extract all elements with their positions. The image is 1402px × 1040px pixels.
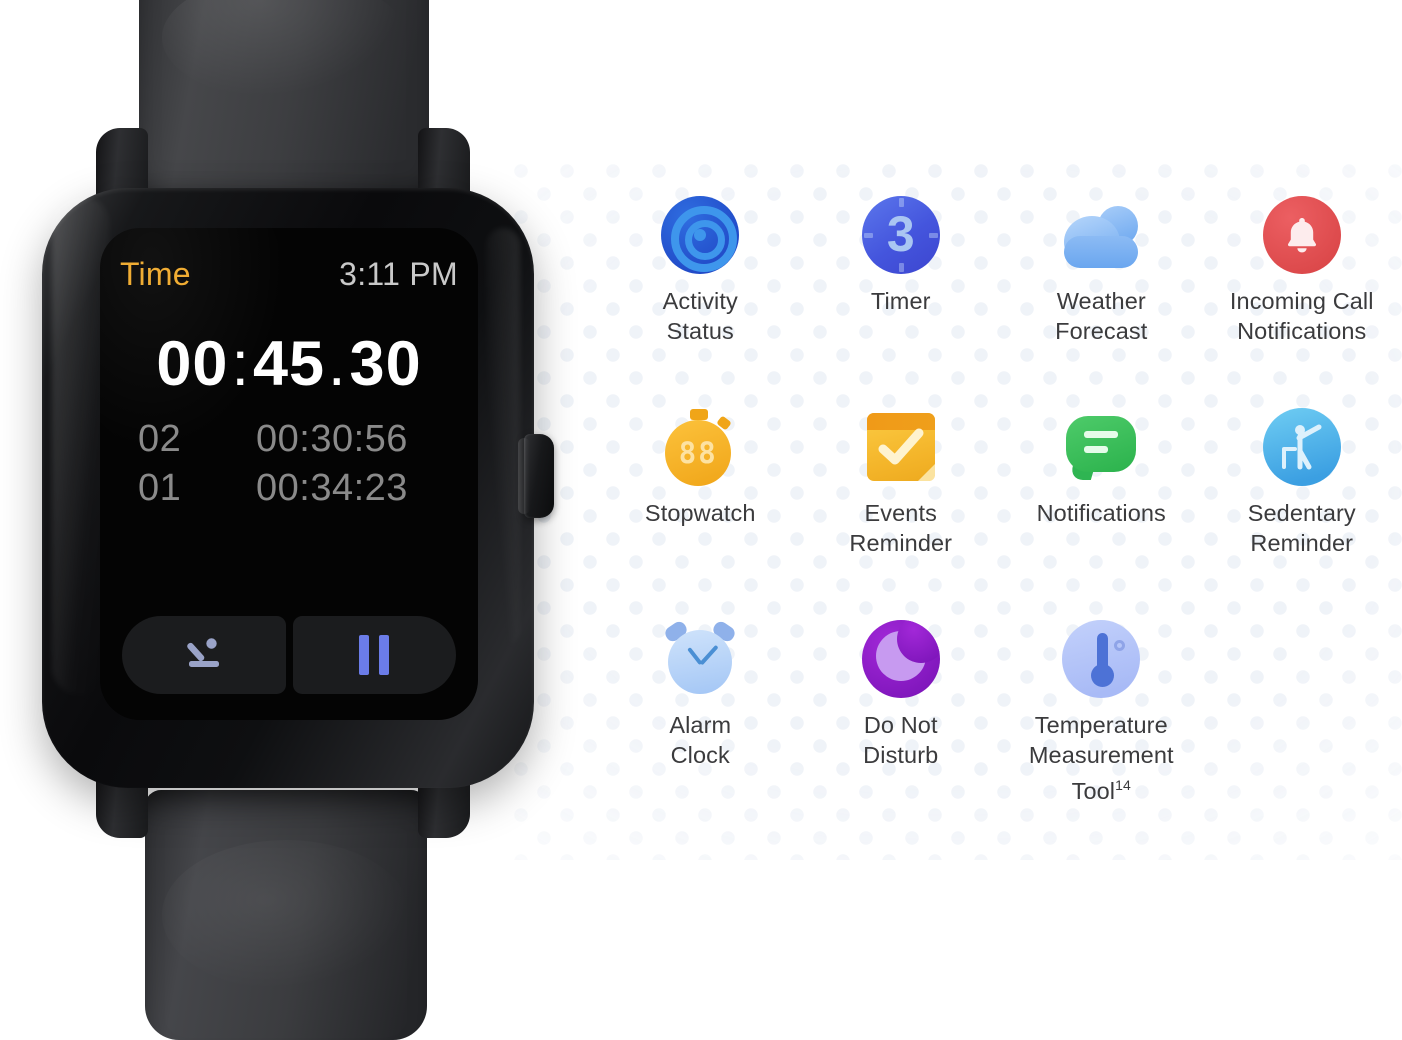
feature-label-line2: Forecast <box>1055 318 1147 344</box>
feature-sedentary-reminder[interactable]: Sedentary Reminder <box>1202 408 1402 558</box>
feature-label: Notifications <box>1037 498 1166 528</box>
pause-button[interactable] <box>293 616 457 694</box>
status-bar-clock: 3:11 PM <box>339 256 458 293</box>
feature-label: Do Not Disturb <box>863 710 938 770</box>
feature-label: Sedentary Reminder <box>1248 498 1356 558</box>
timer-icon: 3 <box>862 196 940 274</box>
feature-label-line2: Notifications <box>1237 318 1366 344</box>
feature-label-line2: Disturb <box>863 742 938 768</box>
lap-list: 02 00:30:56 01 00:34:23 <box>138 418 458 516</box>
feature-label: Temperature Measurement Tool14 <box>1001 710 1202 806</box>
feature-stopwatch[interactable]: 88 Stopwatch <box>600 408 801 558</box>
feature-label-line1: Events <box>865 500 937 526</box>
pause-icon <box>359 635 389 675</box>
display-status-bar: Time 3:11 PM <box>120 256 458 293</box>
feature-label: Activity Status <box>663 286 738 346</box>
feature-label-line1: Incoming Call <box>1230 288 1374 314</box>
feature-timer[interactable]: 3 Timer <box>801 196 1002 346</box>
feature-label-line2: Status <box>667 318 734 344</box>
feature-events-reminder[interactable]: Events Reminder <box>801 408 1002 558</box>
feature-activity-status[interactable]: Activity Status <box>600 196 801 346</box>
cloud-icon <box>1062 196 1140 274</box>
watch-strap-bottom <box>145 790 427 1040</box>
feature-label-line1: Stopwatch <box>645 500 756 526</box>
bell-icon <box>1263 196 1341 274</box>
elapsed-minutes: 00 <box>156 329 228 399</box>
lap-time: 00:34:23 <box>256 467 408 510</box>
thermometer-icon <box>1062 620 1140 698</box>
feature-icon-grid: Activity Status 3 Timer Weather Forecast <box>600 196 1402 806</box>
crescent-moon-icon <box>862 620 940 698</box>
feature-incoming-call-notifications[interactable]: Incoming Call Notifications <box>1202 196 1402 346</box>
feature-label-line1: Notifications <box>1037 500 1166 526</box>
feature-label: Alarm Clock <box>669 710 731 770</box>
lap-time: 00:30:56 <box>256 418 408 461</box>
watch-display[interactable]: Time 3:11 PM 00:45.30 02 00:30:56 01 00:… <box>100 228 478 720</box>
elapsed-fraction: 30 <box>350 329 422 399</box>
stopwatch-icon: 88 <box>661 408 739 486</box>
feature-label-line1: Activity <box>663 288 738 314</box>
chat-bubble-icon <box>1062 408 1140 486</box>
elapsed-seconds: 45 <box>253 329 325 399</box>
feature-label-line1: Do Not <box>864 712 938 738</box>
stopwatch-digits: 88 <box>679 439 718 468</box>
feature-label-line2: Reminder <box>849 530 952 556</box>
watch-strap-top <box>139 0 429 210</box>
smartwatch-product-image: Time 3:11 PM 00:45.30 02 00:30:56 01 00:… <box>0 0 600 989</box>
stopwatch-controls <box>122 616 456 694</box>
feature-label-line1: Temperature <box>1035 712 1168 738</box>
lap-button[interactable] <box>122 616 286 694</box>
alarm-clock-icon <box>661 620 739 698</box>
feature-label-line1: Timer <box>871 288 931 314</box>
elapsed-time-readout: 00:45.30 <box>100 328 478 400</box>
feature-weather-forecast[interactable]: Weather Forecast <box>1001 196 1202 346</box>
feature-label-footnote: 14 <box>1115 777 1131 793</box>
feature-label: Events Reminder <box>849 498 952 558</box>
lap-row: 01 00:34:23 <box>138 467 458 510</box>
feature-label-line1: Sedentary <box>1248 500 1356 526</box>
lap-index: 01 <box>138 467 256 510</box>
feature-temperature-measurement-tool[interactable]: Temperature Measurement Tool14 <box>1001 620 1202 806</box>
feature-label-line1: Alarm <box>669 712 731 738</box>
feature-label-line2: Reminder <box>1250 530 1353 556</box>
feature-do-not-disturb[interactable]: Do Not Disturb <box>801 620 1002 806</box>
feature-label: Timer <box>871 286 931 316</box>
feature-label: Weather Forecast <box>1055 286 1147 346</box>
feature-label-line2: Clock <box>671 742 730 768</box>
feature-notifications[interactable]: Notifications <box>1001 408 1202 558</box>
timer-count-value: 3 <box>887 209 915 259</box>
feature-alarm-clock[interactable]: Alarm Clock <box>600 620 801 806</box>
feature-label-line1: Weather <box>1057 288 1146 314</box>
lap-index: 02 <box>138 418 256 461</box>
stopwatch-screen-title: Time <box>120 256 191 293</box>
feature-label: Incoming Call Notifications <box>1230 286 1374 346</box>
lap-flag-icon <box>182 633 226 678</box>
calendar-check-icon <box>862 408 940 486</box>
elapsed-dot-separator: . <box>325 329 350 399</box>
activity-rings-icon <box>661 196 739 274</box>
feature-label: Stopwatch <box>645 498 756 528</box>
feature-label-line2: Measurement Tool <box>1029 742 1174 804</box>
crown-button[interactable] <box>524 434 554 518</box>
stretching-person-icon <box>1263 408 1341 486</box>
lap-row: 02 00:30:56 <box>138 418 458 461</box>
elapsed-colon-separator: : <box>228 329 253 399</box>
